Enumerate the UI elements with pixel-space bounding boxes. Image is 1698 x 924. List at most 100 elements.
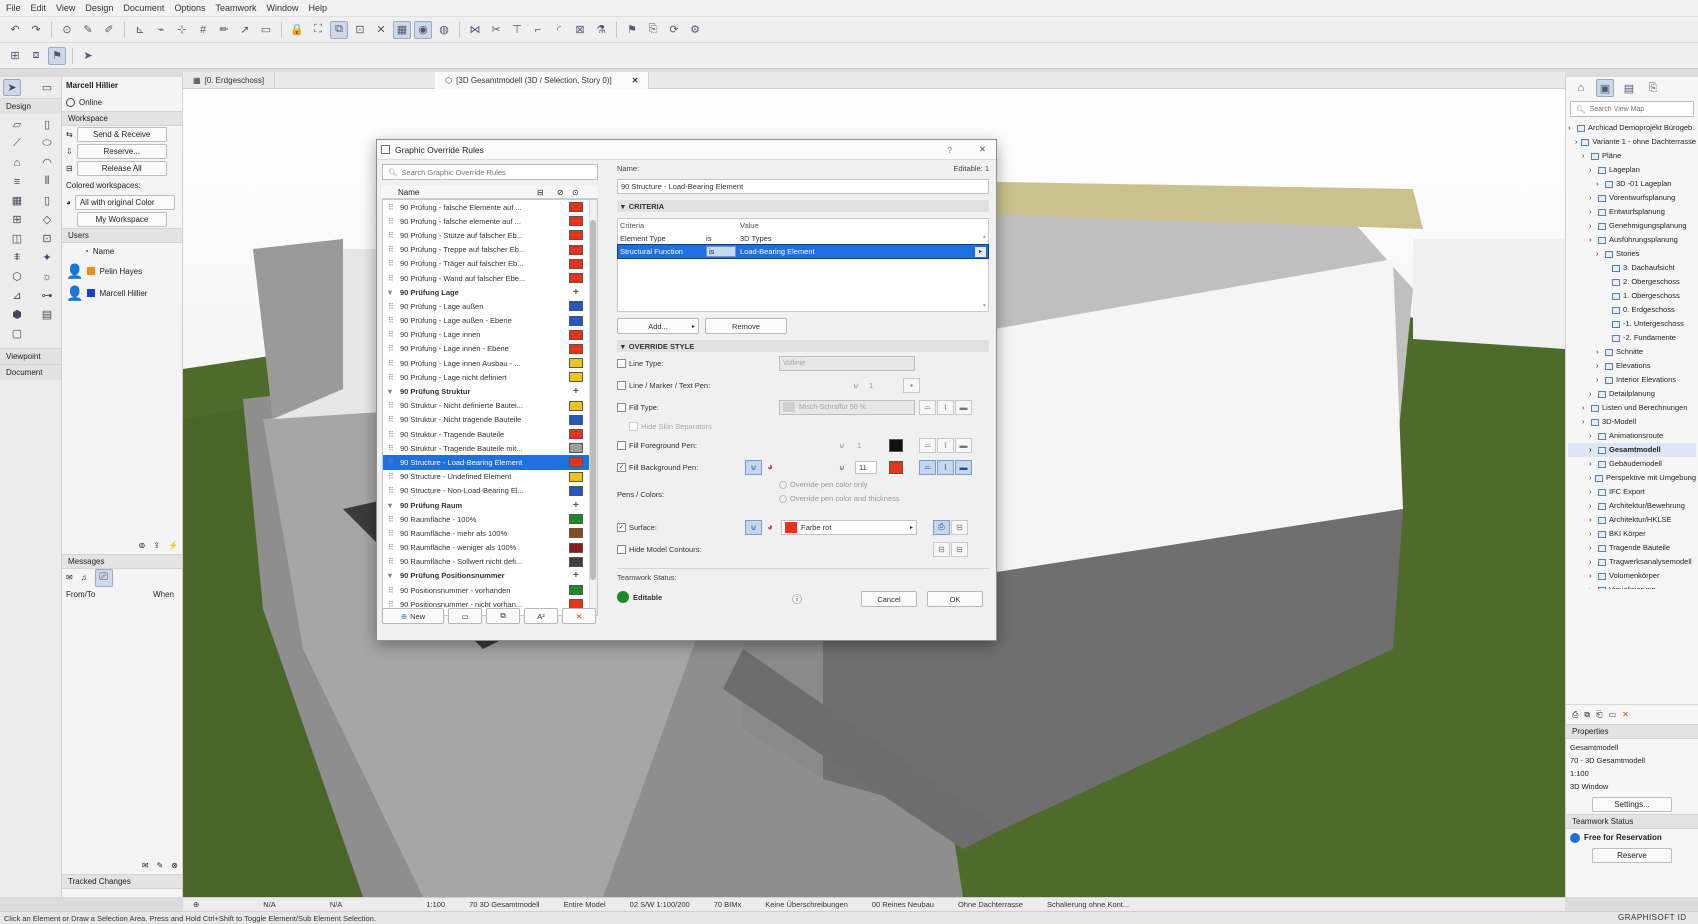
status-scale[interactable]: 1:100 xyxy=(426,900,445,909)
teamwork-status-section[interactable]: Teamwork Status xyxy=(1566,814,1698,829)
line-pen-number[interactable]: 1 xyxy=(869,381,873,390)
save-view-icon[interactable]: ⎗ xyxy=(1596,710,1602,720)
tree-item[interactable]: › IFC Export xyxy=(1568,485,1696,499)
opening-tool-icon[interactable]: ▢ xyxy=(3,325,31,342)
status-renovation[interactable]: 00 Reines Neubau xyxy=(872,900,934,909)
intersect-icon[interactable]: ⊠ xyxy=(571,21,589,39)
fg-distorted-icon[interactable]: ⌇ xyxy=(937,437,954,453)
curtain-wall-tool-icon[interactable]: ▦ xyxy=(3,192,31,209)
menu-item-options[interactable]: Options xyxy=(174,3,205,13)
tree-item[interactable]: › Detailplanung xyxy=(1568,387,1696,401)
tree-expand-icon[interactable]: › xyxy=(1596,247,1602,261)
zone-tool-icon[interactable]: ⊡ xyxy=(33,230,61,247)
explode-icon[interactable]: ✕ xyxy=(372,21,390,39)
more-tools-icon[interactable]: ☼ xyxy=(33,268,61,285)
line-type-checkbox[interactable] xyxy=(617,358,626,368)
mail-icon[interactable]: ✉ xyxy=(66,573,73,582)
users-section[interactable]: Users xyxy=(62,228,182,243)
fillet-icon[interactable]: ◜ xyxy=(550,21,568,39)
rule-row[interactable]: ⠿ 90 Prüfung - Lage innen xyxy=(383,328,597,342)
pick-up-icon[interactable]: ⊙ xyxy=(58,21,76,39)
tree-item[interactable]: 0. Erdgeschoss xyxy=(1568,303,1696,317)
user-name[interactable]: Marcell Hillier xyxy=(99,289,147,298)
menu-item-teamwork[interactable]: Teamwork xyxy=(215,3,256,13)
rule-row[interactable]: ⠿ 90 Structure - Undefined Element xyxy=(383,470,597,484)
tree-item[interactable]: › Animationsroute xyxy=(1568,429,1696,443)
object-tool-icon[interactable]: ◫ xyxy=(3,230,31,247)
tree-item[interactable]: › Lageplan xyxy=(1568,163,1696,177)
clone-icon[interactable]: ⧉ xyxy=(1584,710,1590,720)
tree-item[interactable]: › Tragwerksanalysemodell xyxy=(1568,555,1696,569)
line-pen-swatch[interactable]: ▪ xyxy=(903,377,920,393)
line-type-select[interactable]: Vollinie xyxy=(779,355,915,371)
redo-icon[interactable]: ↷ xyxy=(27,21,45,39)
rule-list[interactable]: ⠿ 90 Prüfung - falsche Elemente auf ... ⠿ 9… xyxy=(382,199,598,616)
mesh-tool-icon[interactable]: ⩨ xyxy=(3,249,31,266)
shell-tool-icon[interactable]: ◠ xyxy=(33,154,61,171)
fg-radial-icon[interactable]: ▬ xyxy=(955,437,972,453)
group-collapse-icon[interactable]: ▾ xyxy=(388,288,394,297)
drag-handle-icon[interactable]: ⠿ xyxy=(388,401,394,410)
globe-icon[interactable]: ◍ xyxy=(435,21,453,39)
pipe-tool-icon[interactable]: ⊶ xyxy=(33,287,61,304)
fill-type-select[interactable]: Misch-Schraffur 50 % xyxy=(779,399,915,415)
syringe-icon[interactable]: ✐ xyxy=(100,21,118,39)
tree-item[interactable]: › Genehmigungsplanung xyxy=(1568,219,1696,233)
line-pen-checkbox[interactable] xyxy=(617,380,626,390)
rule-row-selected[interactable]: ⠿ 90 Structure - Load-Bearing Element xyxy=(383,455,597,470)
rule-row[interactable]: ⠿ 90 Raumfläche - mehr als 100% xyxy=(383,526,597,540)
drag-handle-icon[interactable]: ⠿ xyxy=(388,259,394,268)
tree-expand-icon[interactable]: › xyxy=(1575,135,1578,149)
rule-group-row[interactable]: ▾ 90 Prüfung Lage + xyxy=(383,285,597,299)
rule-row[interactable]: ⠿ 90 Struktur - Tragende Bauteile mit... xyxy=(383,441,597,455)
tree-item[interactable]: -2. Fundamente xyxy=(1568,331,1696,345)
tree-item[interactable]: › Pläne xyxy=(1568,149,1696,163)
duplicate-button[interactable]: ⧉ xyxy=(486,608,520,624)
marquee-icon[interactable]: ▭ xyxy=(257,21,275,39)
surface-select[interactable]: Farbe rot ▸ xyxy=(781,519,917,535)
rule-row[interactable]: ⠿ 90 Prüfung - Treppe auf falscher Eb... xyxy=(383,243,597,257)
tree-item[interactable]: › Gebäudemodell xyxy=(1568,457,1696,471)
tree-item[interactable]: › BKI Körper xyxy=(1568,527,1696,541)
hide-skin-checkbox[interactable] xyxy=(629,421,638,431)
3d-view-icon[interactable]: ◉ xyxy=(414,20,432,39)
tree-item[interactable]: › Ausführungsplanung xyxy=(1568,233,1696,247)
drag-handle-icon[interactable]: ⠿ xyxy=(388,586,394,595)
drag-handle-icon[interactable]: ⠿ xyxy=(388,344,394,353)
project-map-icon[interactable]: ⌂ xyxy=(1572,79,1590,97)
tree-item[interactable]: -1. Untergeschoss xyxy=(1568,317,1696,331)
rule-row[interactable]: ⠿ 90 Prüfung - Wand auf falscher Ebe... xyxy=(383,271,597,285)
select-icon[interactable]: ⊡ xyxy=(351,21,369,39)
hide-contours-checkbox[interactable] xyxy=(617,544,626,554)
menu-item-design[interactable]: Design xyxy=(85,3,113,13)
rule-row[interactable]: ⠿ 90 Prüfung - Lage innen - Ebene xyxy=(383,342,597,356)
drag-handle-icon[interactable]: ⠿ xyxy=(388,245,394,254)
tree-expand-icon[interactable]: › xyxy=(1589,555,1595,569)
menu-item-view[interactable]: View xyxy=(56,3,75,13)
override-style-section[interactable]: ▾ OVERRIDE STYLE xyxy=(617,340,989,352)
tree-item[interactable]: › Architektur/HKLSE xyxy=(1568,513,1696,527)
criteria-value-select[interactable]: Load-Bearing Element xyxy=(740,247,975,256)
rule-group-row[interactable]: ▾ 90 Prüfung Struktur + xyxy=(383,384,597,398)
view-map-search-input[interactable] xyxy=(1589,105,1686,113)
rule-search-box[interactable]: 🔍︎ xyxy=(382,164,598,180)
tree-expand-icon[interactable]: › xyxy=(1589,471,1592,485)
status-mvo[interactable]: Ohne Dachterrasse xyxy=(958,900,1023,909)
fill-bg-pen-checkbox[interactable]: ✓ xyxy=(617,462,626,472)
tree-expand-icon[interactable]: › xyxy=(1582,415,1588,429)
tree-item-selected[interactable]: › Gesamtmodell xyxy=(1568,443,1696,457)
view-map-tree[interactable]: › Archicad Demoprojekt Bürogeb. › Variante … xyxy=(1566,119,1698,589)
arrow-tool-icon[interactable]: ➤ xyxy=(3,79,21,96)
roof-tool-icon[interactable]: ⌂ xyxy=(3,154,31,171)
drag-handle-icon[interactable]: ⠿ xyxy=(388,444,394,453)
tree-expand-icon[interactable]: › xyxy=(1596,345,1602,359)
drag-handle-icon[interactable]: ⠿ xyxy=(388,231,394,240)
suspend-groups-icon[interactable]: ⧉ xyxy=(330,20,348,39)
reserve-button[interactable]: Reserve... xyxy=(76,144,167,159)
tree-expand-icon[interactable]: › xyxy=(1596,359,1602,373)
menu-item-file[interactable]: File xyxy=(6,3,21,13)
renovation-icon[interactable]: ⚑ xyxy=(48,46,66,65)
delete-view-icon[interactable]: ✕ xyxy=(1622,710,1629,719)
eyedropper-icon[interactable]: ✎ xyxy=(79,21,97,39)
tree-item[interactable]: 2. Obergeschoss xyxy=(1568,275,1696,289)
